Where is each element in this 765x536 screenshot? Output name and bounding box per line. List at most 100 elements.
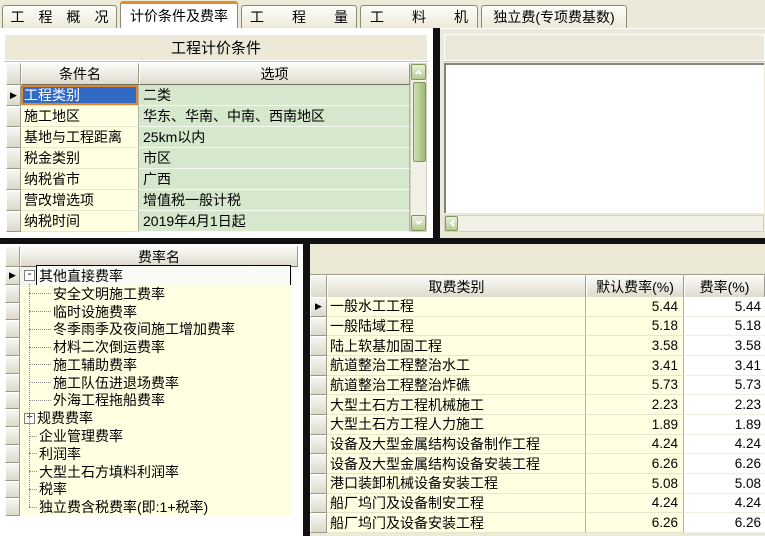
horizontal-scrollbar[interactable]	[444, 215, 764, 232]
tab-item-3[interactable]: 工 料 机	[360, 5, 478, 28]
row-selector-button[interactable]	[5, 481, 20, 499]
default-rate-cell[interactable]: 2.23	[586, 395, 684, 415]
condition-option-cell[interactable]: 华东、华南、中南、西南地区	[139, 106, 410, 127]
row-selector-button[interactable]: ▶	[310, 297, 327, 317]
row-selector-button[interactable]	[310, 376, 327, 396]
vertical-scrollbar[interactable]	[410, 63, 427, 232]
default-rate-cell[interactable]: 5.44	[586, 297, 684, 317]
tree-item-label[interactable]: 独立费含税费率(即:1+税率)	[37, 497, 210, 517]
row-selector-button[interactable]	[310, 474, 327, 494]
row-selector-button[interactable]: ▶	[5, 267, 20, 285]
row-selector-button[interactable]	[5, 320, 20, 338]
row-selector-button[interactable]	[6, 127, 21, 148]
tree-item[interactable]: 税率	[20, 481, 292, 499]
row-selector-button[interactable]	[5, 374, 20, 392]
condition-option-cell[interactable]: 2019年4月1日起	[139, 211, 410, 232]
fee-category-cell[interactable]: 船厂坞门及设备制安工程	[327, 494, 586, 514]
condition-option-cell[interactable]: 25km以内	[139, 127, 410, 148]
row-selector-button[interactable]	[310, 513, 327, 533]
tree-item[interactable]: 施工辅助费率	[20, 356, 292, 374]
scroll-down-button[interactable]	[411, 215, 426, 231]
condition-name-cell[interactable]: 施工地区	[21, 106, 139, 127]
condition-name-cell[interactable]: 纳税省市	[21, 169, 139, 190]
condition-name-cell[interactable]: 税金类别	[21, 148, 139, 169]
row-selector-button[interactable]	[5, 498, 20, 516]
condition-option-cell[interactable]: 市区	[139, 148, 410, 169]
scrollbar-thumb[interactable]	[413, 82, 426, 162]
rate-cell[interactable]: 5.08	[684, 474, 765, 494]
rate-cell[interactable]: 6.26	[684, 513, 765, 533]
rate-cell[interactable]: 5.73	[684, 376, 765, 396]
tab-pricing-conditions[interactable]: 计价条件及费率	[120, 1, 238, 28]
row-selector-button[interactable]	[310, 454, 327, 474]
fee-category-cell[interactable]: 大型土石方工程人力施工	[327, 415, 586, 435]
row-selector-button[interactable]	[5, 427, 20, 445]
row-selector-button[interactable]	[6, 211, 21, 232]
fee-category-cell[interactable]: 航道整治工程整治炸礁	[327, 376, 586, 396]
column-header-rate[interactable]: 费率(%)	[684, 275, 765, 298]
row-selector-button[interactable]	[310, 336, 327, 356]
condition-name-cell[interactable]: 纳税时间	[21, 211, 139, 232]
scroll-left-button[interactable]	[445, 216, 458, 231]
fee-category-cell[interactable]: 一般陆域工程	[327, 317, 586, 337]
fee-category-cell[interactable]: 陆上软基加固工程	[327, 336, 586, 356]
row-selector-button[interactable]	[5, 392, 20, 410]
tree-item[interactable]: 外海工程拖船费率	[20, 392, 292, 410]
tree-item[interactable]: 施工队伍进退场费率	[20, 374, 292, 392]
condition-option-cell[interactable]: 二类	[139, 85, 410, 106]
rate-cell[interactable]: 6.26	[684, 454, 765, 474]
tree-item[interactable]: -其他直接费率	[20, 267, 292, 285]
fee-category-cell[interactable]: 大型土石方工程机械施工	[327, 395, 586, 415]
fee-category-cell[interactable]: 港口装卸机械设备安装工程	[327, 474, 586, 494]
tree-item[interactable]: 冬季雨季及夜间施工增加费率	[20, 320, 292, 338]
rate-cell[interactable]: 5.44	[684, 297, 765, 317]
row-selector-button[interactable]	[6, 169, 21, 190]
default-rate-cell[interactable]: 4.24	[586, 494, 684, 514]
row-selector-button[interactable]	[5, 409, 20, 427]
rate-cell[interactable]: 3.58	[684, 336, 765, 356]
default-rate-cell[interactable]: 5.18	[586, 317, 684, 337]
tree-item[interactable]: 独立费含税费率(即:1+税率)	[20, 498, 292, 516]
tree-item[interactable]: 安全文明施工费率	[20, 285, 292, 303]
rate-cell[interactable]: 4.24	[684, 494, 765, 514]
row-selector-button[interactable]	[5, 285, 20, 303]
row-selector-button[interactable]	[6, 190, 21, 211]
row-selector-button[interactable]	[5, 356, 20, 374]
condition-name-cell[interactable]: 基地与工程距离	[21, 127, 139, 148]
rate-cell[interactable]: 3.41	[684, 356, 765, 376]
collapse-icon[interactable]: -	[24, 270, 35, 281]
scroll-up-button[interactable]	[411, 64, 426, 80]
row-selector-button[interactable]	[5, 463, 20, 481]
tree-item[interactable]: 大型土石方填料利润率	[20, 463, 292, 481]
row-selector-button[interactable]	[310, 494, 327, 514]
row-selector-button[interactable]	[310, 435, 327, 455]
column-header-condition-name[interactable]: 条件名	[21, 63, 139, 85]
vertical-splitter-top[interactable]	[433, 28, 440, 238]
row-selector-button[interactable]	[5, 303, 20, 321]
condition-option-cell[interactable]: 增值税一般计税	[139, 190, 410, 211]
condition-name-cell[interactable]: 营改增选项	[21, 190, 139, 211]
rate-cell[interactable]: 4.24	[684, 435, 765, 455]
rate-cell[interactable]: 1.89	[684, 415, 765, 435]
fee-category-cell[interactable]: 航道整治工程整治水工	[327, 356, 586, 376]
condition-name-cell[interactable]: 工程类别	[21, 85, 139, 106]
tab-item-2[interactable]: 工 程 量	[241, 5, 357, 28]
tree-item[interactable]: +规费费率	[20, 409, 292, 427]
row-selector-button[interactable]	[310, 415, 327, 435]
default-rate-cell[interactable]: 6.26	[586, 513, 684, 533]
column-header-rate-name[interactable]: 费率名	[20, 246, 298, 267]
row-selector-button[interactable]	[6, 106, 21, 127]
tree-item[interactable]: 利润率	[20, 445, 292, 463]
column-header-default-rate[interactable]: 默认费率(%)	[586, 275, 684, 298]
tree-item[interactable]: 临时设施费率	[20, 303, 292, 321]
default-rate-cell[interactable]: 5.73	[586, 376, 684, 396]
column-header-option[interactable]: 选项	[139, 63, 410, 85]
tab-item-0[interactable]: 工 程 概 况	[2, 5, 117, 28]
default-rate-cell[interactable]: 4.24	[586, 435, 684, 455]
default-rate-cell[interactable]: 3.58	[586, 336, 684, 356]
fee-category-cell[interactable]: 船厂坞门及设备安装工程	[327, 513, 586, 533]
condition-option-cell[interactable]: 广西	[139, 169, 410, 190]
default-rate-cell[interactable]: 1.89	[586, 415, 684, 435]
row-selector-button[interactable]	[6, 148, 21, 169]
vertical-splitter-bottom[interactable]	[303, 244, 310, 536]
